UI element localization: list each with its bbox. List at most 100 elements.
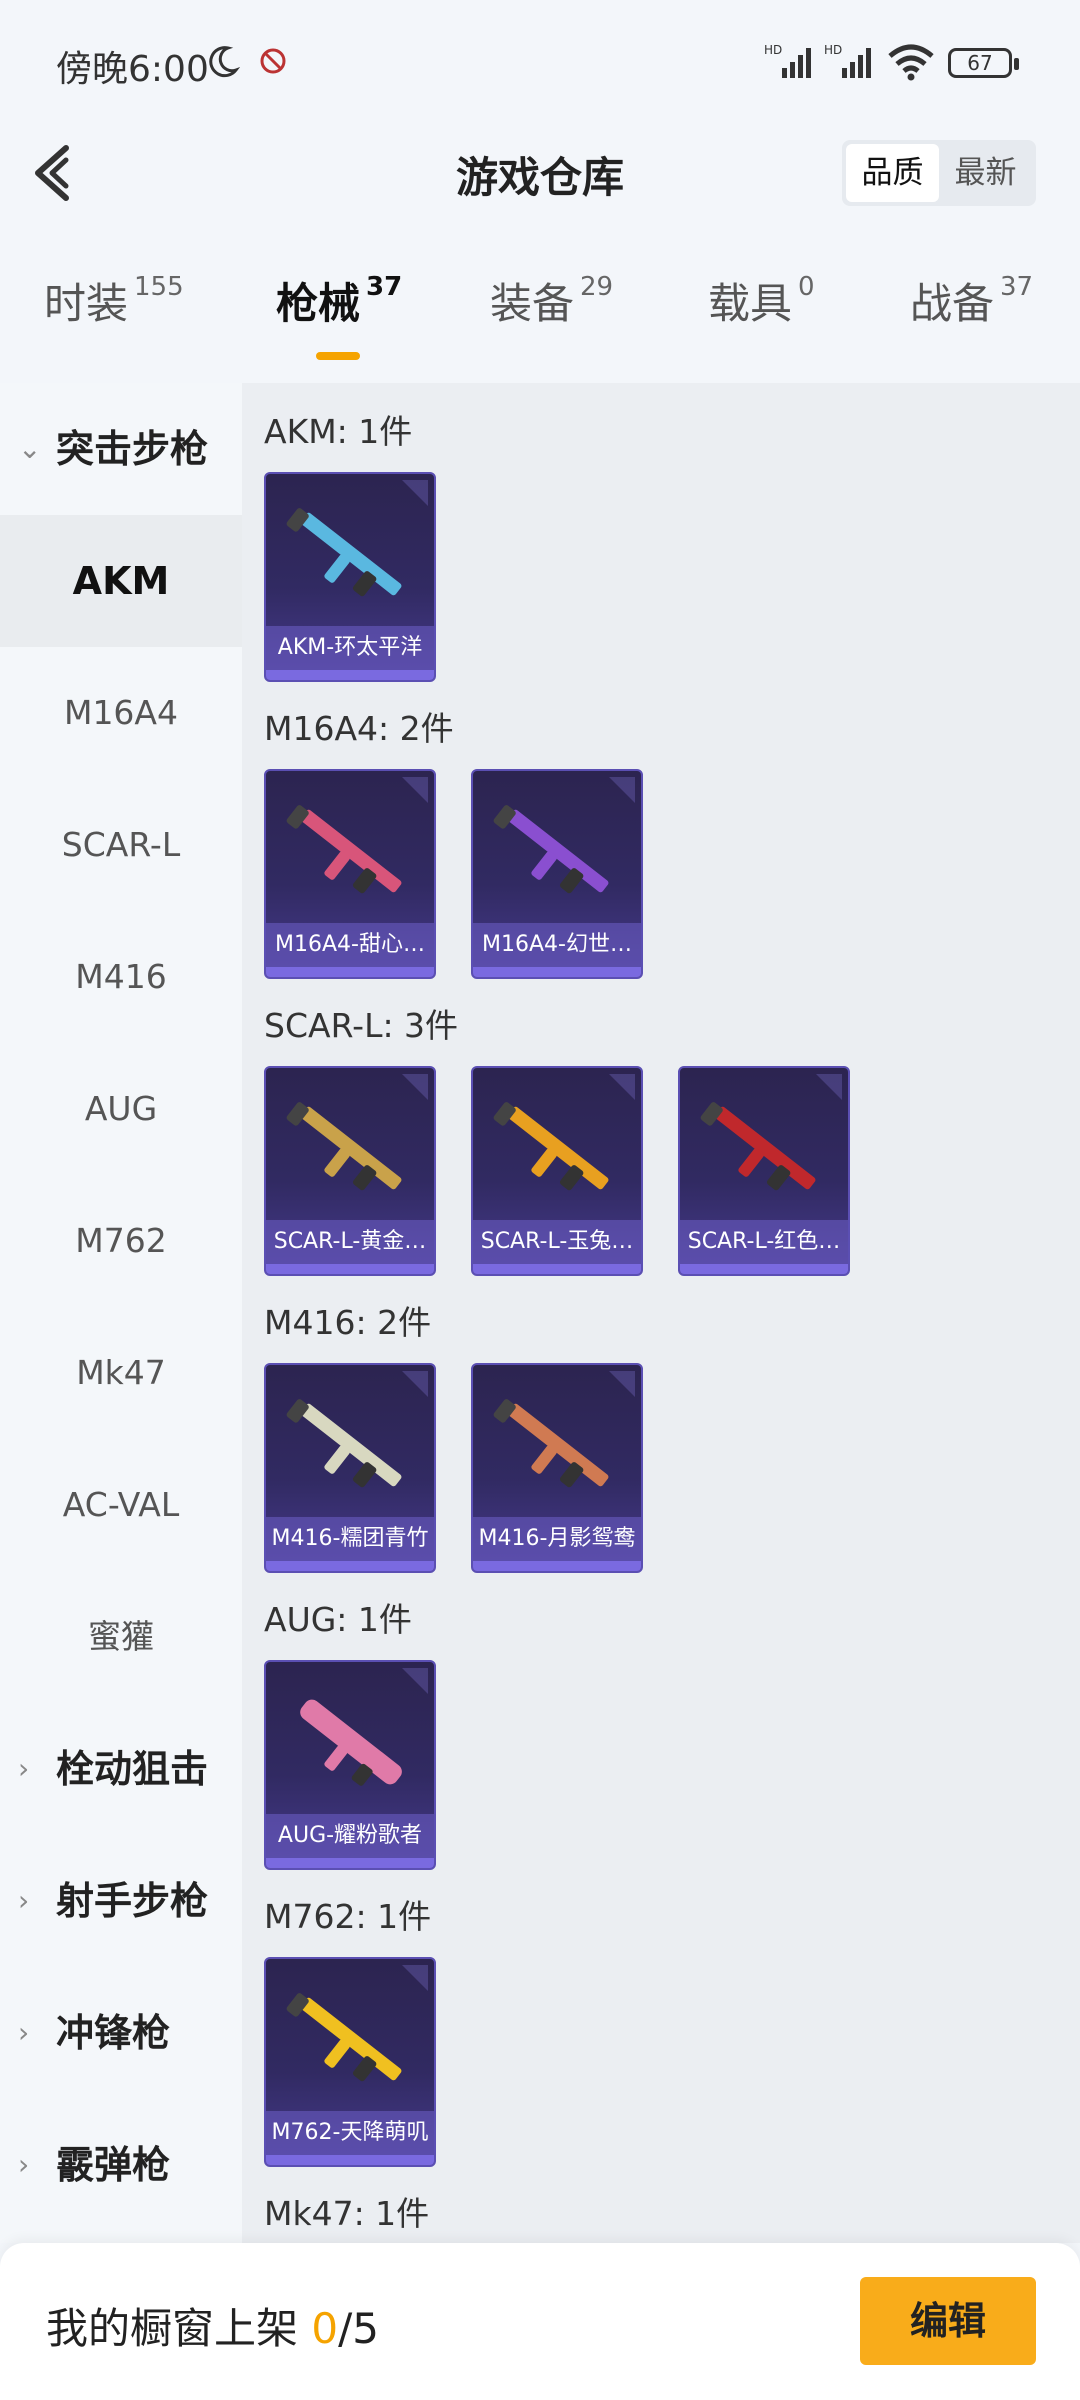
weapon-name: SCAR-L-黄金…	[266, 1220, 434, 1264]
weapon-name: AKM-环太平洋	[266, 626, 434, 670]
group-label-m416: M416: 2件	[264, 1303, 432, 1342]
rifle-icon	[700, 1102, 816, 1191]
rifle-icon	[493, 805, 609, 894]
tab-label: 装备	[490, 279, 575, 328]
edit-button[interactable]: 编辑	[860, 2277, 1036, 2365]
weapon-name: SCAR-L-红色…	[680, 1220, 848, 1264]
rifle-icon	[286, 1102, 402, 1191]
tab-count: 37	[366, 272, 403, 302]
tab-supplies[interactable]: 战备 37	[910, 270, 1033, 331]
group-label-akm: AKM: 1件	[264, 412, 413, 451]
rifle-icon	[493, 1102, 609, 1191]
tab-fashion[interactable]: 时装 155	[44, 270, 184, 331]
battery-indicator: 67	[948, 48, 1019, 78]
category-label: 冲锋枪	[56, 2011, 171, 2055]
weapon-card[interactable]: SCAR-L-玉兔…	[471, 1066, 643, 1276]
showcase-label: 我的橱窗上架	[46, 2304, 299, 2353]
sidebar-category-bolt-sniper[interactable]: › 栓动狙击	[0, 1703, 242, 1835]
group-label-mk47: Mk47: 1件	[264, 2194, 430, 2233]
sidebar-item-m416[interactable]: M416	[0, 911, 242, 1043]
tab-count: 37	[1000, 272, 1034, 302]
sort-quality-button[interactable]: 品质	[846, 144, 939, 202]
signal-icon: HD	[764, 43, 811, 78]
rarity-bar	[680, 1264, 848, 1274]
rifle-icon	[286, 1399, 402, 1488]
moon-icon	[209, 46, 240, 78]
sort-toggle: 品质 最新	[842, 140, 1036, 206]
sidebar-item-honey-badger[interactable]: 蜜獾	[0, 1571, 242, 1703]
rifle-icon	[493, 1399, 609, 1488]
active-tab-indicator	[316, 352, 360, 360]
weapon-card[interactable]: M416-月影鸳鸯	[471, 1363, 643, 1573]
sidebar-item-ac-val[interactable]: AC-VAL	[0, 1439, 242, 1571]
weapon-card[interactable]: M16A4-甜心…	[264, 769, 436, 979]
sidebar-category-marksman[interactable]: › 射手步枪	[0, 1835, 242, 1967]
sidebar-item-aug[interactable]: AUG	[0, 1043, 242, 1175]
rifle-icon	[286, 1993, 402, 2082]
chevron-right-icon: ›	[18, 1752, 30, 1785]
tab-vehicles[interactable]: 载具 0	[708, 270, 815, 331]
weapon-name: SCAR-L-玉兔…	[473, 1220, 641, 1264]
app-notification-icon	[260, 48, 286, 74]
svg-text:HD: HD	[824, 43, 842, 57]
rarity-bar	[473, 1561, 641, 1571]
rarity-bar	[473, 967, 641, 977]
rarity-bar	[266, 2155, 434, 2165]
category-label: 突击步枪	[56, 427, 209, 471]
sidebar-category-shotgun[interactable]: › 霰弹枪	[0, 2099, 242, 2231]
tab-equipment[interactable]: 装备 29	[490, 270, 613, 331]
chevron-right-icon: ›	[18, 2016, 30, 2049]
rifle-icon	[286, 805, 402, 894]
weapon-name: AUG-耀粉歌者	[266, 1814, 434, 1858]
sidebar-category-smg[interactable]: › 冲锋枪	[0, 1967, 242, 2099]
tab-label: 载具	[708, 279, 793, 328]
tab-count: 29	[580, 272, 614, 302]
showcase-status: 我的橱窗上架 0/5	[46, 2295, 379, 2356]
weapon-card[interactable]: AKM-环太平洋	[264, 472, 436, 682]
weapon-card[interactable]: M762-天降萌叽	[264, 1957, 436, 2167]
rarity-bar	[473, 1264, 641, 1274]
rarity-bar	[266, 1264, 434, 1274]
signal-icon-2: HD	[824, 43, 871, 78]
sidebar-item-mk47[interactable]: Mk47	[0, 1307, 242, 1439]
tab-label: 时装	[44, 279, 129, 328]
rifle-icon	[300, 1699, 402, 1786]
rarity-bar	[266, 670, 434, 680]
status-time: 傍晚6:00	[56, 49, 209, 90]
weapon-card[interactable]: SCAR-L-红色…	[678, 1066, 850, 1276]
weapon-name: M416-糯团青竹	[266, 1517, 434, 1561]
sidebar-item-m762[interactable]: M762	[0, 1175, 242, 1307]
status-bar: 傍晚6:00 HD HD 67	[0, 0, 1080, 130]
rarity-bar	[266, 1858, 434, 1868]
wifi-icon	[888, 44, 934, 81]
category-label: 射手步枪	[56, 1879, 209, 1923]
chevron-right-icon: ›	[18, 1884, 30, 1917]
sidebar: ⌄ 突击步枪 AKM M16A4 SCAR-L M416 AUG M762 Mk…	[0, 383, 242, 2243]
sidebar-item-m16a4[interactable]: M16A4	[0, 647, 242, 779]
sort-newest-button[interactable]: 最新	[939, 144, 1032, 202]
weapon-card[interactable]: M16A4-幻世…	[471, 769, 643, 979]
sidebar-item-scar-l[interactable]: SCAR-L	[0, 779, 242, 911]
tab-count: 155	[134, 272, 184, 302]
rarity-bar	[266, 1561, 434, 1571]
showcase-footer: 我的橱窗上架 0/5 编辑	[0, 2243, 1080, 2400]
weapon-card[interactable]: M416-糯团青竹	[264, 1363, 436, 1573]
rarity-bar	[266, 967, 434, 977]
weapon-grid: AKM: 1件 AKM-环太平洋 M16A4: 2件 M16A4-甜心… M16…	[242, 383, 1080, 2243]
weapon-name: M416-月影鸳鸯	[473, 1517, 641, 1561]
showcase-total: /5	[338, 2304, 379, 2353]
group-label-scar-l: SCAR-L: 3件	[264, 1006, 459, 1045]
tab-guns[interactable]: 枪械 37	[276, 270, 402, 331]
group-label-m16a4: M16A4: 2件	[264, 709, 454, 748]
weapon-name: M762-天降萌叽	[266, 2111, 434, 2155]
weapon-card[interactable]: AUG-耀粉歌者	[264, 1660, 436, 1870]
tab-label: 枪械	[276, 279, 361, 328]
rifle-icon	[286, 508, 402, 597]
group-label-m762: M762: 1件	[264, 1897, 432, 1936]
category-label: 霰弹枪	[56, 2143, 171, 2187]
weapon-card[interactable]: SCAR-L-黄金…	[264, 1066, 436, 1276]
sidebar-category-assault-rifles[interactable]: ⌄ 突击步枪	[0, 383, 242, 515]
tab-label: 战备	[910, 279, 995, 328]
chevron-down-icon: ⌄	[18, 432, 42, 465]
sidebar-item-akm[interactable]: AKM	[0, 515, 242, 647]
